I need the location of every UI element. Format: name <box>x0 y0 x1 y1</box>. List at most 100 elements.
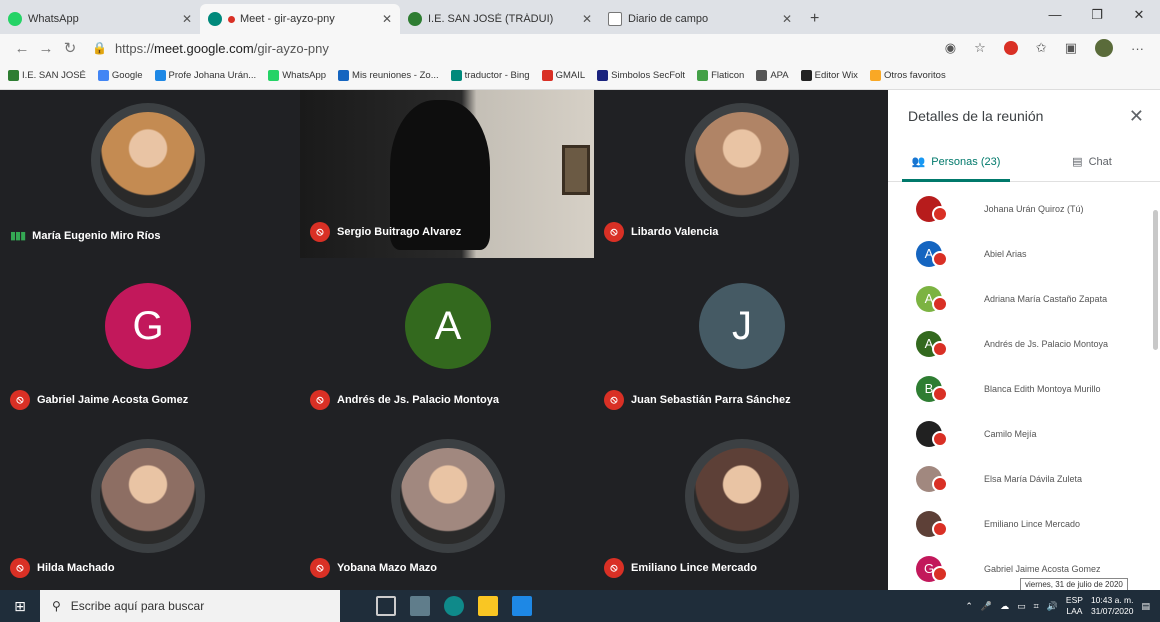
bookmark-item[interactable]: Profe Johana Urán... <box>154 70 256 81</box>
taskbar-search[interactable]: ⚲ Escribe aquí para buscar <box>40 590 340 622</box>
list-item[interactable]: Elsa María Dávila Zuleta <box>888 456 1160 501</box>
list-item[interactable]: Johana Urán Quiroz (Tú) <box>888 186 1160 231</box>
bookmark-item[interactable]: APA <box>756 70 789 81</box>
favorites-icon[interactable]: ✩ <box>1036 40 1047 56</box>
participant-nameplate: ⦸ Yobana Mazo Mazo <box>310 558 437 578</box>
mic-off-icon <box>932 386 948 402</box>
close-tab-icon[interactable]: ✕ <box>382 12 392 26</box>
tab-diario[interactable]: Diario de campo ✕ <box>600 4 800 34</box>
cloud-icon[interactable]: ☁ <box>1000 601 1009 612</box>
chevron-up-icon[interactable]: ⌃ <box>965 601 973 612</box>
list-item[interactable]: A Adriana María Castaño Zapata <box>888 276 1160 321</box>
bookmark-item[interactable]: WhatsApp <box>268 70 326 81</box>
mic-off-icon <box>932 566 948 582</box>
notifications-icon[interactable]: ▤ <box>1141 601 1150 612</box>
profile-avatar[interactable] <box>1095 39 1113 57</box>
mic-off-icon: ⦸ <box>310 222 330 242</box>
minimize-icon[interactable]: — <box>1034 0 1076 30</box>
clock[interactable]: 10:43 a. m. 31/07/2020 <box>1091 595 1134 617</box>
network-icon[interactable]: ⌗ <box>1034 601 1039 612</box>
list-item[interactable]: Camilo Mejía <box>888 411 1160 456</box>
more-icon[interactable]: ··· <box>1131 41 1144 56</box>
maximize-icon[interactable]: ❐ <box>1076 0 1118 30</box>
person-name: Emiliano Lince Mercado <box>984 518 1081 529</box>
store-icon[interactable] <box>512 596 532 616</box>
scrollbar[interactable] <box>1153 210 1158 350</box>
participant-photo <box>694 112 790 208</box>
tab-whatsapp[interactable]: WhatsApp ✕ <box>0 4 200 34</box>
close-icon[interactable]: ✕ <box>1129 106 1144 127</box>
tab-title: I.E. SAN JOSÉ (TRÁDUI) <box>428 13 554 25</box>
participant-tile[interactable]: ⦸ Yobana Mazo Mazo <box>300 426 596 592</box>
search-icon: ⚲ <box>52 599 61 613</box>
volume-icon[interactable]: 🔊 <box>1047 601 1058 612</box>
url-scheme: https:// <box>114 40 154 56</box>
bookmark-item[interactable]: Otros favoritos <box>869 70 946 81</box>
tab-chat[interactable]: ▤ Chat <box>1024 142 1160 181</box>
panel-tabs: 👥 Personas (23) ▤ Chat <box>888 142 1160 182</box>
mic-off-icon <box>932 206 948 222</box>
participant-tile[interactable]: J ⦸ Juan Sebastián Parra Sánchez <box>594 258 890 424</box>
bookmark-icon <box>268 70 280 81</box>
list-item[interactable]: Emiliano Lince Mercado <box>888 501 1160 546</box>
back-icon[interactable]: ← <box>10 40 34 57</box>
bookmark-item[interactable]: Editor Wix <box>800 70 858 81</box>
camera-icon[interactable]: ◉ <box>945 40 956 56</box>
bookmark-item[interactable]: Simbolos SecFolt <box>597 70 685 81</box>
mic-off-icon: ⦸ <box>604 558 624 578</box>
close-tab-icon[interactable]: ✕ <box>182 12 192 26</box>
person-name: Adriana María Castaño Zapata <box>984 293 1108 304</box>
microphone-icon[interactable]: 🎤 <box>981 601 992 612</box>
list-item[interactable]: B Blanca Edith Montoya Murillo <box>888 366 1160 411</box>
tab-people[interactable]: 👥 Personas (23) <box>888 142 1024 182</box>
participant-tile[interactable]: G ⦸ Gabriel Jaime Acosta Gomez <box>0 258 296 424</box>
tab-meet[interactable]: Meet - gir-ayzo-pny ✕ <box>200 4 400 34</box>
url-field[interactable]: 🔒 https:// meet.google.com /gir-ayzo-pny <box>92 41 945 56</box>
bookmark-item[interactable]: Flaticon <box>697 70 744 81</box>
forward-icon[interactable]: → <box>34 40 58 57</box>
clock-date: 31/07/2020 <box>1090 606 1134 616</box>
file-explorer-icon[interactable] <box>478 596 498 616</box>
bookmark-item[interactable]: I.E. SAN JOSÉ <box>8 70 86 81</box>
tab-school[interactable]: I.E. SAN JOSÉ (TRÁDUI) ✕ <box>400 4 600 34</box>
calculator-icon[interactable] <box>410 596 430 616</box>
bookmark-label: traductor - Bing <box>464 70 530 81</box>
close-tab-icon[interactable]: ✕ <box>582 12 592 26</box>
new-tab-button[interactable]: + <box>800 4 829 34</box>
bookmark-icon <box>756 70 768 81</box>
tab-chat-label: Chat <box>1088 155 1112 168</box>
close-window-icon[interactable]: ✕ <box>1118 0 1160 30</box>
participant-nameplate: ⦸ Juan Sebastián Parra Sánchez <box>604 390 791 410</box>
person-name: Andrés de Js. Palacio Montoya <box>984 338 1109 349</box>
favorite-star-icon[interactable]: ☆ <box>974 40 986 56</box>
bookmark-item[interactable]: GMAIL <box>541 70 585 81</box>
participant-tile[interactable]: ⦸ Libardo Valencia <box>594 90 890 256</box>
bookmark-icon <box>800 70 812 81</box>
bookmark-item[interactable]: Mis reuniones - Zo... <box>338 70 439 81</box>
participant-tile[interactable]: ⦸ Emiliano Lince Mercado <box>594 426 890 592</box>
collections-icon[interactable]: ▣ <box>1065 40 1077 56</box>
participant-tile[interactable]: ⦸ Hilda Machado <box>0 426 296 592</box>
reload-icon[interactable]: ↻ <box>58 39 82 57</box>
bookmark-item[interactable]: traductor - Bing <box>450 70 530 81</box>
windows-start-icon[interactable]: ⊞ <box>0 598 40 615</box>
battery-icon[interactable]: ▭ <box>1017 601 1026 612</box>
participant-tile[interactable]: ▮▮▮ María Eugenio Miro Ríos <box>0 90 296 256</box>
bookmark-item[interactable]: Google <box>97 70 143 81</box>
bookmark-icon <box>869 70 881 81</box>
language-indicator[interactable]: ESP LAA <box>1066 595 1083 617</box>
participant-tile[interactable]: ⦸ Sergio Buitrago Alvarez <box>300 90 596 256</box>
participant-photo <box>694 448 790 544</box>
edge-icon[interactable] <box>444 596 464 616</box>
bookmark-icon <box>97 70 109 81</box>
list-item[interactable]: A Andrés de Js. Palacio Montoya <box>888 321 1160 366</box>
list-item[interactable]: A Abiel Arias <box>888 231 1160 276</box>
participant-name: Gabriel Jaime Acosta Gomez <box>37 394 189 406</box>
close-tab-icon[interactable]: ✕ <box>782 12 792 26</box>
participant-name: Libardo Valencia <box>631 226 719 238</box>
task-view-icon[interactable] <box>376 596 396 616</box>
stop-extension-icon[interactable] <box>1003 41 1018 55</box>
whatsapp-icon <box>8 12 22 26</box>
address-bar: ← → ↻ 🔒 https:// meet.google.com /gir-ay… <box>0 34 1160 62</box>
participant-tile[interactable]: A ⦸ Andrés de Js. Palacio Montoya <box>300 258 596 424</box>
